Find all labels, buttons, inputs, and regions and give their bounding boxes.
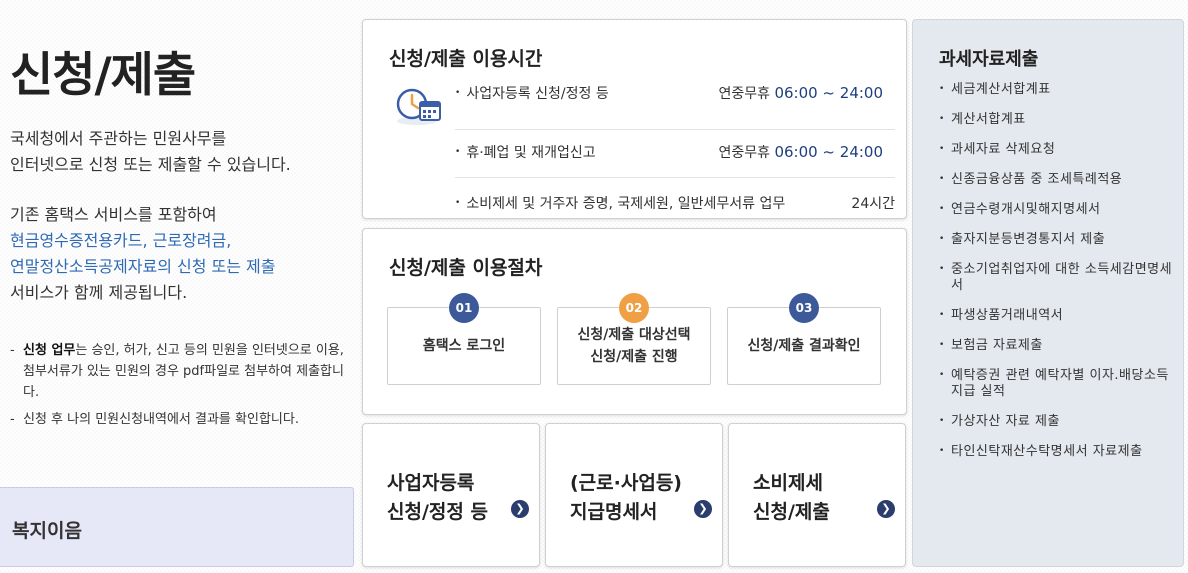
step-label: 홈택스 로그인 xyxy=(388,335,540,357)
service-label: (근로·사업등) 지급명세서 xyxy=(570,469,682,527)
welfare-label: 복지이음 xyxy=(12,520,82,542)
hours-row: 소비제세 및 거주자 증명, 국제세원, 일반세무서류 업무 24시간 xyxy=(455,178,895,225)
note-item: 신청 후 나의 민원신청내역에서 결과를 확인합니다. xyxy=(10,409,352,430)
tax-data-link[interactable]: 계산서합계표 xyxy=(939,111,1177,128)
consumption-tax-button[interactable]: 소비제세신청/제출 ❯ xyxy=(728,423,906,567)
welfare-link-button[interactable]: 복지이음 xyxy=(0,487,354,567)
service-label-line: 신청/제출 xyxy=(753,501,830,523)
hours-row-when: 연중무휴 xyxy=(718,145,770,161)
service-label-line: 지급명세서 xyxy=(570,501,658,523)
hours-row-time: 연중무휴 06:00 ~ 24:00 xyxy=(718,142,883,162)
intro-highlight-line: 현금영수증전용카드, 근로장려금, xyxy=(10,231,232,250)
intro-line: 서비스가 함께 제공됩니다. xyxy=(10,283,188,302)
step-number-badge: 01 xyxy=(449,293,479,323)
arrow-right-circle-icon: ❯ xyxy=(877,500,895,518)
business-registration-button[interactable]: 사업자등록신청/정정 등 ❯ xyxy=(362,423,540,567)
intro-highlight-line: 연말정산소득공제자료의 신청 또는 제출 xyxy=(10,257,276,276)
usage-hours-title: 신청/제출 이용시간 xyxy=(389,48,543,70)
hours-row-time: 연중무휴 06:00 ~ 24:00 xyxy=(718,83,883,103)
tax-data-panel: 과세자료제출 세금계산서합계표 계산서합계표 과세자료 삭제요청 신종금융상품 … xyxy=(912,19,1184,567)
tax-data-list: 세금계산서합계표 계산서합계표 과세자료 삭제요청 신종금융상품 중 조세특례적… xyxy=(939,81,1177,474)
tax-data-link[interactable]: 세금계산서합계표 xyxy=(939,81,1177,98)
step-label-line: 신청/제출 진행 xyxy=(590,349,678,365)
hours-row-time-value: 06:00 ~ 24:00 xyxy=(774,143,883,161)
usage-hours-card: 신청/제출 이용시간 사업자등록 신청/정정 등 연중무휴 06:00 ~ 24… xyxy=(362,19,907,219)
step-label: 신청/제출 결과확인 xyxy=(728,335,880,357)
step-label-line: 홈택스 로그인 xyxy=(422,338,506,354)
hours-row-when: 연중무휴 xyxy=(718,86,770,102)
tax-data-link[interactable]: 신종금융상품 중 조세특례적용 xyxy=(939,171,1177,188)
left-column: 신청/제출 국세청에서 주관하는 민원사무를 인터넷으로 신청 또는 제출할 수… xyxy=(0,0,358,573)
hours-row-name: 소비제세 및 거주자 증명, 국제세원, 일반세무서류 업무 xyxy=(455,193,785,213)
tax-data-link[interactable]: 과세자료 삭제요청 xyxy=(939,141,1177,158)
tax-data-link[interactable]: 중소기업취업자에 대한 소득세감면명세서 xyxy=(939,261,1177,294)
clock-calendar-icon xyxy=(396,88,441,125)
service-label-line: 소비제세 xyxy=(753,472,823,494)
hours-row-time: 24시간 xyxy=(851,193,895,213)
tax-data-link[interactable]: 타인신탁재산수탁명세서 자료제출 xyxy=(939,443,1177,460)
page-title: 신청/제출 xyxy=(10,48,196,103)
service-label-line: (근로·사업등) xyxy=(570,472,682,494)
usage-procedure-card: 신청/제출 이용절차 홈택스 로그인 신청/제출 대상선택신청/제출 진행 신청… xyxy=(362,228,907,415)
intro-text: 국세청에서 주관하는 민원사무를 인터넷으로 신청 또는 제출할 수 있습니다.… xyxy=(10,126,350,306)
note-bold: 신청 업무 xyxy=(23,343,76,358)
service-label: 소비제세신청/제출 xyxy=(753,469,830,527)
step-number-badge: 03 xyxy=(789,293,819,323)
intro-line: 국세청에서 주관하는 민원사무를 xyxy=(10,129,227,148)
hours-row-name: 사업자등록 신청/정정 등 xyxy=(455,83,608,103)
intro-line: 기존 홈택스 서비스를 포함하여 xyxy=(10,205,217,224)
service-label-line: 사업자등록 xyxy=(387,472,475,494)
intro-line: 인터넷으로 신청 또는 제출할 수 있습니다. xyxy=(10,155,291,174)
payment-statement-button[interactable]: (근로·사업등) 지급명세서 ❯ xyxy=(545,423,723,567)
tax-data-link[interactable]: 예탁증권 관련 예탁자별 이자.배당소득 지급 실적 xyxy=(939,367,1177,400)
tax-data-link[interactable]: 출자지분등변경통지서 제출 xyxy=(939,231,1177,248)
hours-row-time-value: 24시간 xyxy=(851,196,895,212)
arrow-right-circle-icon: ❯ xyxy=(694,500,712,518)
usage-hours-list: 사업자등록 신청/정정 등 연중무휴 06:00 ~ 24:00 휴·폐업 및 … xyxy=(455,82,895,225)
step-label-line: 신청/제출 대상선택 xyxy=(577,327,691,343)
note-item: 신청 업무는 승인, 허가, 신고 등의 민원을 인터넷으로 이용, 첨부서류가… xyxy=(10,340,352,403)
tax-data-link[interactable]: 연금수령개시및해지명세서 xyxy=(939,201,1177,218)
usage-procedure-title: 신청/제출 이용절차 xyxy=(389,257,543,279)
hours-row: 사업자등록 신청/정정 등 연중무휴 06:00 ~ 24:00 xyxy=(455,82,895,130)
tax-data-title: 과세자료제출 xyxy=(939,49,1039,70)
arrow-right-circle-icon: ❯ xyxy=(511,500,529,518)
tax-data-link[interactable]: 파생상품거래내역서 xyxy=(939,307,1177,324)
hours-row: 휴·폐업 및 재개업신고 연중무휴 06:00 ~ 24:00 xyxy=(455,130,895,178)
tax-data-link[interactable]: 보험금 자료제출 xyxy=(939,337,1177,354)
notes: 신청 업무는 승인, 허가, 신고 등의 민원을 인터넷으로 이용, 첨부서류가… xyxy=(10,340,352,436)
service-label: 사업자등록신청/정정 등 xyxy=(387,469,488,527)
step-label: 신청/제출 대상선택신청/제출 진행 xyxy=(558,324,710,368)
hours-row-name: 휴·폐업 및 재개업신고 xyxy=(455,142,595,162)
step-label-line: 신청/제출 결과확인 xyxy=(747,338,861,354)
step-number-badge: 02 xyxy=(619,293,649,323)
hours-row-time-value: 06:00 ~ 24:00 xyxy=(774,84,883,102)
service-label-line: 신청/정정 등 xyxy=(387,501,488,523)
tax-data-link[interactable]: 가상자산 자료 제출 xyxy=(939,413,1177,430)
note-text: 신청 후 나의 민원신청내역에서 결과를 확인합니다. xyxy=(23,412,299,427)
